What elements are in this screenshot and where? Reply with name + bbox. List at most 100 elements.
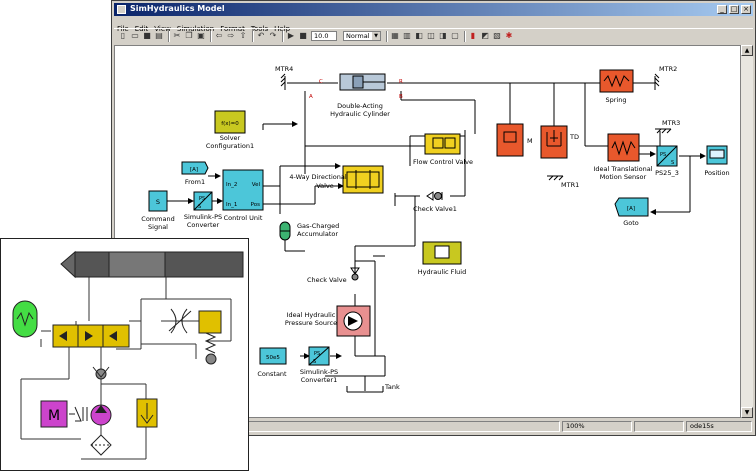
copy-icon[interactable]: ❐ bbox=[184, 31, 194, 41]
constant-label: Constant bbox=[257, 370, 287, 378]
ps-s-s-tag: S bbox=[671, 160, 674, 166]
simulation-mode-value: Normal bbox=[346, 32, 370, 40]
undo-icon[interactable]: ↶ bbox=[256, 31, 266, 41]
cylinder-label-2: Hydraulic Cylinder bbox=[330, 110, 390, 118]
port-b-label: B bbox=[399, 94, 403, 100]
damper-block[interactable] bbox=[540, 125, 568, 159]
damper-label: TD bbox=[569, 133, 579, 141]
from-icon: [A] bbox=[190, 167, 198, 173]
open-icon[interactable]: ▭ bbox=[130, 31, 140, 41]
command-label-1: Command bbox=[141, 215, 174, 223]
sps-ps-tag: PS bbox=[199, 196, 205, 202]
sps1-s-tag: S bbox=[313, 359, 316, 365]
debug-icon[interactable]: ◧ bbox=[414, 31, 424, 41]
close-button[interactable]: × bbox=[741, 5, 751, 14]
simulation-mode-select[interactable]: Normal ▼ bbox=[343, 31, 381, 41]
paste-icon[interactable]: ▣ bbox=[196, 31, 206, 41]
from-label: From1 bbox=[185, 178, 205, 186]
toolbar-separator bbox=[282, 31, 284, 42]
solver-label-1: Solver bbox=[220, 134, 241, 142]
sps1-label-1: Simulink-PS bbox=[300, 368, 338, 376]
app-icon bbox=[117, 5, 126, 14]
inset-pump-icon bbox=[90, 404, 112, 426]
sps1-label-2: Converter1 bbox=[301, 376, 338, 384]
flow-control-valve-block[interactable] bbox=[424, 133, 461, 155]
directional-valve-label-1: 4-Way Directional bbox=[289, 173, 346, 181]
pressure-source-label-1: Ideal Hydraulic bbox=[287, 311, 336, 319]
maximize-button[interactable]: □ bbox=[729, 5, 739, 14]
constant-icon: 50e5 bbox=[266, 355, 280, 361]
inset-directional-valve-icon bbox=[52, 324, 130, 348]
port-c-label: C bbox=[319, 79, 323, 85]
vertical-scrollbar[interactable]: ▲ ▼ bbox=[741, 45, 753, 418]
sps-label-2: Converter bbox=[187, 221, 220, 229]
command-label-2: Signal bbox=[148, 223, 168, 231]
scroll-down-icon[interactable]: ▼ bbox=[741, 407, 753, 418]
inset-coupling-icon bbox=[69, 406, 88, 422]
accumulator-block[interactable] bbox=[279, 221, 291, 241]
inset-motor-label: M bbox=[48, 408, 60, 424]
inset-check-valve-icon bbox=[92, 366, 110, 380]
spring-block[interactable] bbox=[599, 69, 634, 93]
build-icon[interactable]: ▦ bbox=[390, 31, 400, 41]
accumulator-label-1: Gas-Charged bbox=[297, 222, 339, 230]
save-icon[interactable]: ■ bbox=[142, 31, 152, 41]
directional-valve-block[interactable] bbox=[342, 165, 384, 194]
port-r-label: R bbox=[399, 79, 403, 85]
pressure-source-label-2: Pressure Source bbox=[285, 319, 337, 327]
inset-accumulator-icon bbox=[12, 300, 38, 338]
position-scope-block[interactable] bbox=[706, 145, 728, 165]
library-icon[interactable]: ◫ bbox=[426, 31, 436, 41]
toolbar-separator bbox=[168, 31, 170, 42]
stop-record-icon[interactable]: ✱ bbox=[504, 31, 514, 41]
back-icon[interactable]: ⇦ bbox=[214, 31, 224, 41]
inset-filter-icon bbox=[90, 434, 112, 456]
up-icon[interactable]: ⇧ bbox=[238, 31, 248, 41]
record-icon[interactable]: ▮ bbox=[468, 31, 478, 41]
goto-label: Goto bbox=[623, 219, 639, 227]
minimize-button[interactable]: _ bbox=[717, 5, 727, 14]
sensor-label-2: Motion Sensor bbox=[600, 173, 647, 181]
hydraulic-fluid-block[interactable] bbox=[422, 241, 462, 265]
play-icon[interactable]: ▶ bbox=[286, 31, 296, 41]
toolbar-separator bbox=[386, 31, 388, 42]
model-icon[interactable]: ▢ bbox=[450, 31, 460, 41]
inset-cylinder-icon bbox=[60, 250, 244, 279]
update-icon[interactable]: ▥ bbox=[402, 31, 412, 41]
sps-label-1: Simulink-PS bbox=[184, 213, 222, 221]
new-icon[interactable]: ▯ bbox=[118, 31, 128, 41]
scroll-up-icon[interactable]: ▲ bbox=[741, 45, 753, 56]
stop-icon[interactable]: ■ bbox=[298, 31, 308, 41]
print-icon[interactable]: ▤ bbox=[154, 31, 164, 41]
goto-icon: [A] bbox=[627, 206, 635, 212]
ps-s-ps-tag: PS bbox=[660, 152, 666, 158]
toolbar-separator bbox=[252, 31, 254, 42]
spring-label: Spring bbox=[606, 96, 627, 104]
mtr1-label: MTR1 bbox=[561, 181, 579, 189]
report-icon[interactable]: ▧ bbox=[492, 31, 502, 41]
mass-block[interactable] bbox=[496, 123, 524, 157]
zoom-status: 100% bbox=[562, 421, 632, 432]
hydraulic-cylinder-block[interactable] bbox=[339, 73, 386, 91]
redo-icon[interactable]: ↷ bbox=[268, 31, 278, 41]
hydraulic-schematic-inset: M bbox=[0, 238, 249, 471]
stop-time-field[interactable]: 10.0 bbox=[311, 31, 337, 41]
explorer-icon[interactable]: ◨ bbox=[438, 31, 448, 41]
cut-icon[interactable]: ✂ bbox=[172, 31, 182, 41]
directional-valve-label-2: Valve bbox=[316, 182, 334, 190]
motion-sensor-block[interactable] bbox=[607, 133, 640, 162]
check-valve1-block[interactable] bbox=[420, 189, 450, 202]
schematic-lines bbox=[20, 277, 232, 460]
pressure-source-block[interactable] bbox=[336, 305, 371, 337]
fixed-point-icon[interactable]: ◩ bbox=[480, 31, 490, 41]
tank-label: Tank bbox=[384, 383, 400, 391]
accumulator-label-2: Accumulator bbox=[297, 230, 338, 238]
solver-icon: f(x)=0 bbox=[221, 121, 239, 127]
forward-icon[interactable]: ⇨ bbox=[226, 31, 236, 41]
mtr3-label: MTR3 bbox=[662, 119, 680, 127]
flow-control-label: Flow Control Valve bbox=[413, 158, 473, 166]
control-unit-label: Control Unit bbox=[224, 214, 263, 222]
chevron-down-icon: ▼ bbox=[372, 32, 380, 40]
toolbar-separator bbox=[210, 31, 212, 42]
solver-label-2: Configuration1 bbox=[206, 142, 254, 150]
